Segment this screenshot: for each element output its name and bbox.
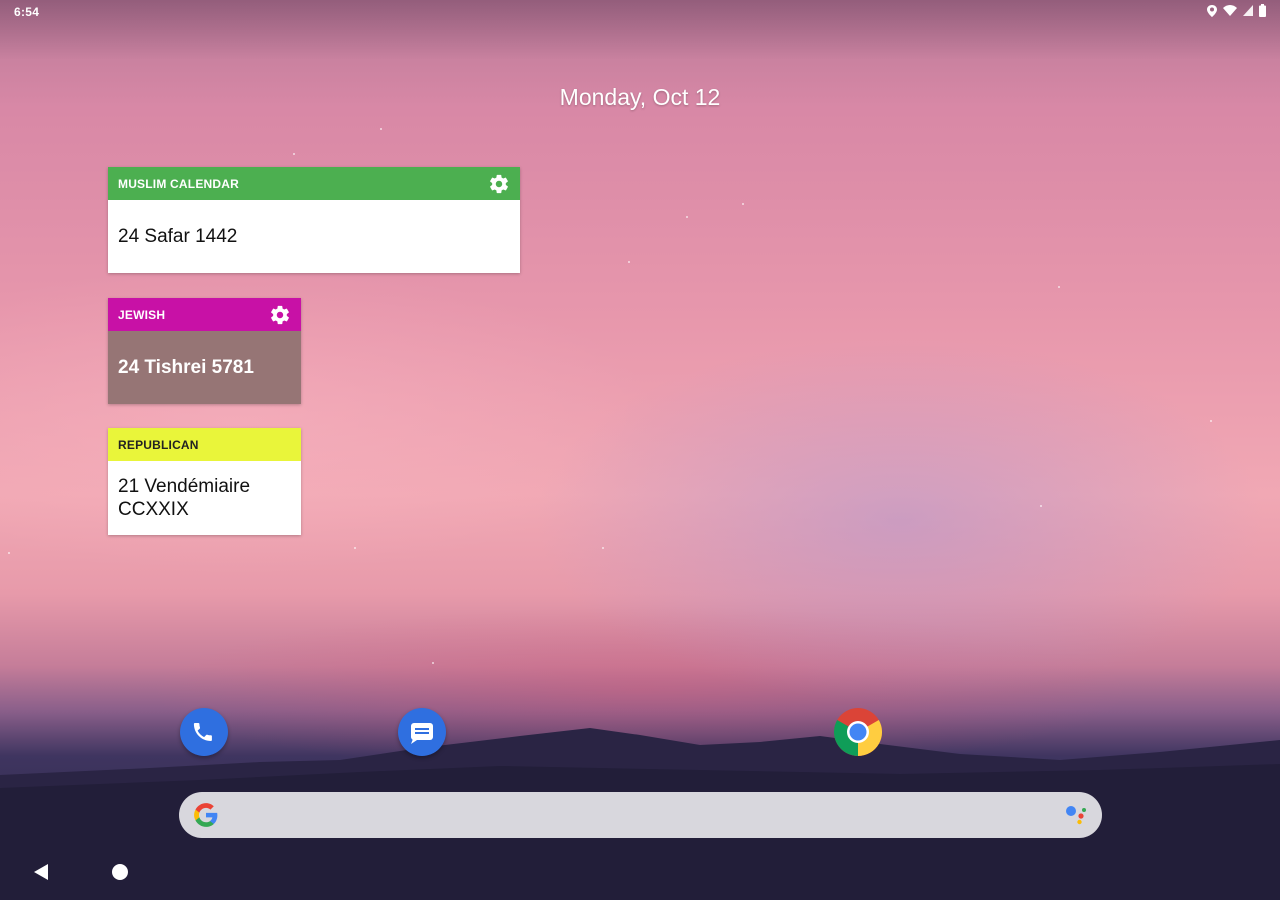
phone-icon bbox=[193, 723, 212, 741]
star bbox=[686, 216, 688, 218]
jewish-date: 24 Tishrei 5781 bbox=[118, 356, 254, 378]
star bbox=[1040, 505, 1042, 507]
muslim-calendar-widget[interactable]: MUSLIM CALENDAR 24 Safar 1442 bbox=[108, 167, 520, 273]
republican-date-line1: 21 Vendémiaire bbox=[118, 476, 251, 497]
back-triangle-icon[interactable] bbox=[32, 863, 50, 881]
star bbox=[742, 203, 744, 205]
star bbox=[432, 662, 434, 664]
location-icon bbox=[1207, 4, 1217, 20]
messages-icon bbox=[411, 723, 433, 744]
cell-signal-icon bbox=[1243, 5, 1253, 19]
wifi-icon bbox=[1223, 5, 1237, 19]
widget-title: MUSLIM CALENDAR bbox=[118, 176, 239, 191]
gear-icon[interactable] bbox=[269, 304, 291, 326]
chrome-icon bbox=[833, 708, 883, 756]
widget-header: JEWISH bbox=[108, 298, 301, 331]
star bbox=[628, 261, 630, 263]
star bbox=[602, 547, 604, 549]
star bbox=[380, 128, 382, 130]
jewish-calendar-widget[interactable]: JEWISH 24 Tishrei 5781 bbox=[108, 298, 301, 404]
phone-app[interactable] bbox=[180, 708, 228, 756]
widget-title: JEWISH bbox=[118, 307, 166, 322]
home-circle-icon[interactable] bbox=[112, 864, 128, 880]
star bbox=[1058, 286, 1060, 288]
star bbox=[354, 547, 356, 549]
republican-date-line2: CCXXIX bbox=[118, 499, 189, 520]
status-bar: 6:54 bbox=[0, 0, 1280, 24]
google-search-bar[interactable] bbox=[179, 792, 1102, 838]
chrome-app[interactable] bbox=[833, 708, 883, 756]
battery-icon bbox=[1259, 4, 1266, 20]
widget-title: REPUBLICAN bbox=[118, 437, 199, 452]
widget-body: 24 Tishrei 5781 bbox=[108, 331, 301, 404]
home-date[interactable]: Monday, Oct 12 bbox=[0, 84, 1280, 111]
google-assistant-icon[interactable] bbox=[1064, 804, 1088, 826]
widget-body: 21 Vendémiaire CCXXIX bbox=[108, 461, 301, 535]
muslim-date: 24 Safar 1442 bbox=[118, 225, 238, 247]
gear-icon[interactable] bbox=[488, 173, 510, 195]
star bbox=[293, 153, 295, 155]
messages-app[interactable] bbox=[398, 708, 446, 756]
republican-calendar-widget[interactable]: REPUBLICAN 21 Vendémiaire CCXXIX bbox=[108, 428, 301, 535]
widget-header: REPUBLICAN bbox=[108, 428, 301, 461]
status-time: 6:54 bbox=[14, 5, 40, 19]
google-g-icon bbox=[194, 803, 218, 827]
star bbox=[1210, 420, 1212, 422]
widget-body: 24 Safar 1442 bbox=[108, 200, 520, 273]
status-icons bbox=[1207, 4, 1266, 20]
widget-header: MUSLIM CALENDAR bbox=[108, 167, 520, 200]
star bbox=[8, 552, 10, 554]
